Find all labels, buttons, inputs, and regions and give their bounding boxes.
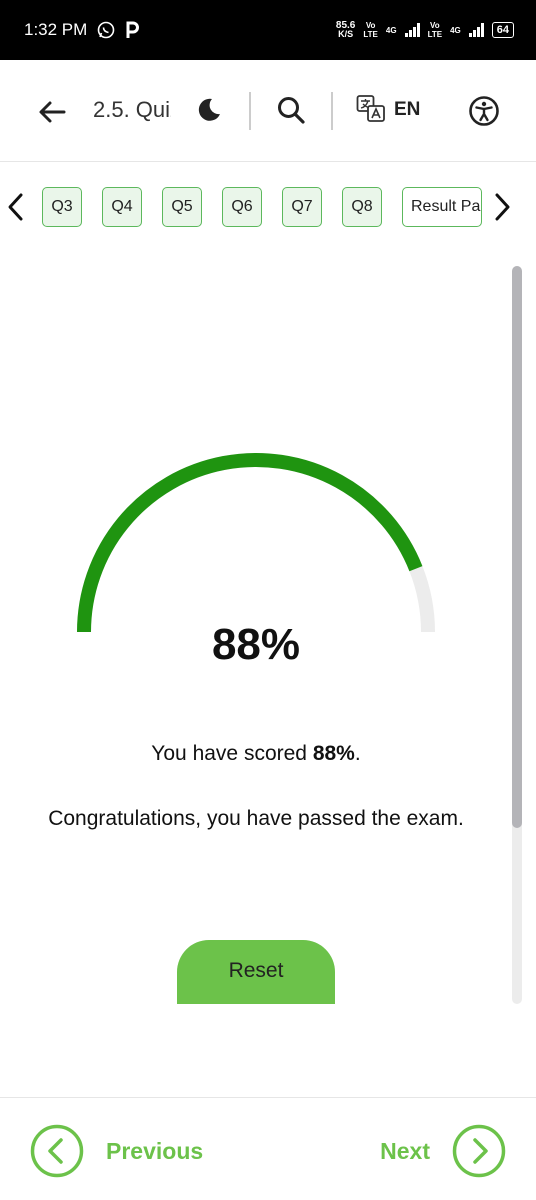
header-divider (331, 92, 333, 130)
score-value: 88% (312, 742, 355, 765)
back-arrow-icon[interactable] (36, 96, 68, 128)
search-icon[interactable] (276, 95, 306, 125)
header-divider (249, 92, 251, 130)
previous-button[interactable]: Previous (30, 1124, 203, 1178)
question-chip-track: Q3 Q4 Q5 Q6 Q7 Q8 Result Page (42, 187, 484, 229)
question-chip-q5[interactable]: Q5 (162, 187, 202, 227)
question-chip-q4[interactable]: Q4 (102, 187, 142, 227)
language-label[interactable]: EN (394, 99, 420, 121)
score-text: You have scored 88%. (151, 742, 361, 765)
page-title: 2.5. Quiz (93, 97, 171, 122)
question-chip-q8[interactable]: Q8 (342, 187, 382, 227)
question-navigation: Q3 Q4 Q5 Q6 Q7 Q8 Result Page (0, 182, 536, 234)
signal-icon (468, 23, 484, 37)
app-header: 2.5. Quiz EN (0, 60, 536, 162)
next-label[interactable]: Next (380, 1138, 430, 1165)
signal-icon (404, 23, 420, 37)
question-chip-q7[interactable]: Q7 (282, 187, 322, 227)
sim1-volte-tag: Vo LTE (363, 21, 378, 39)
chevron-right-circle-icon[interactable] (452, 1124, 506, 1178)
chevron-right-icon[interactable] (490, 191, 514, 223)
result-content: 88% You have scored 88%. Congratulations… (0, 250, 536, 1010)
scrollbar[interactable] (512, 266, 522, 1004)
reset-button[interactable]: Reset (177, 940, 335, 1004)
question-chip-result[interactable]: Result Page (402, 187, 482, 227)
moon-icon[interactable] (194, 96, 222, 124)
next-button[interactable]: Next (380, 1124, 506, 1178)
translate-icon[interactable] (356, 94, 386, 124)
gauge-fill (77, 453, 423, 633)
previous-label[interactable]: Previous (106, 1138, 203, 1165)
chevron-left-circle-icon[interactable] (30, 1124, 84, 1178)
scrollbar-thumb[interactable] (512, 266, 522, 828)
question-chip-q6[interactable]: Q6 (222, 187, 262, 227)
whatsapp-icon (98, 21, 115, 39)
pass-message: Congratulations, you have passed the exa… (48, 807, 464, 830)
status-bar: 1:32 PM 85.6 K/S Vo LTE 4G Vo LTE 4G 64 (0, 0, 536, 60)
chevron-left-icon[interactable] (4, 191, 28, 223)
gauge-value: 88% (211, 620, 301, 669)
battery-icon: 64 (491, 22, 514, 38)
question-chip-q3[interactable]: Q3 (42, 187, 82, 227)
status-left: 1:32 PM (24, 20, 140, 40)
p-app-icon (126, 21, 140, 38)
status-time: 1:32 PM (24, 20, 88, 39)
sim2-network: 4G (450, 25, 461, 35)
status-right: 85.6 K/S Vo LTE 4G Vo LTE 4G 64 (336, 21, 514, 39)
sim1-network: 4G (385, 25, 397, 35)
network-speed: 85.6 K/S (335, 20, 356, 39)
footer-navigation: Previous Next (0, 1097, 536, 1200)
sim2-volte-tag: Vo LTE (427, 21, 443, 39)
accessibility-icon[interactable] (468, 95, 500, 127)
gauge-track (77, 453, 435, 633)
